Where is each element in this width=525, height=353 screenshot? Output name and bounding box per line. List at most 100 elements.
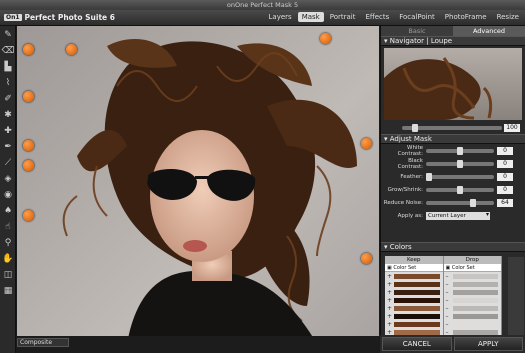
zoom-slider[interactable] — [402, 124, 502, 132]
menu-layers[interactable]: Layers — [265, 12, 296, 22]
slider-knob[interactable] — [457, 185, 463, 194]
slider-knob[interactable] — [470, 198, 476, 207]
mask-point-9[interactable] — [361, 253, 372, 264]
grid-icon[interactable]: ▦ — [1, 284, 15, 298]
keep-swatch-row[interactable]: + — [385, 320, 443, 328]
mask-point-7[interactable] — [23, 210, 34, 221]
mask-point-5[interactable] — [23, 140, 34, 151]
mask-point-2[interactable] — [66, 44, 77, 55]
mask-point-3[interactable] — [320, 33, 331, 44]
color-swatch[interactable] — [394, 313, 440, 319]
feather-value[interactable]: 0 — [497, 172, 513, 181]
plus-icon: + — [387, 288, 393, 296]
collapse-triangle-icon: ▾ — [384, 135, 388, 143]
keep-swatch-row[interactable]: + — [385, 312, 443, 320]
color-swatch[interactable] — [394, 289, 440, 295]
menu-effects[interactable]: Effects — [361, 12, 393, 22]
keep-swatch-row[interactable]: + — [385, 288, 443, 296]
keep-swatch-row[interactable]: + — [385, 272, 443, 280]
drop-color-set[interactable]: ▣ Color Set — [443, 264, 501, 272]
image-canvas[interactable] — [17, 26, 379, 344]
blur-icon[interactable]: ◈ — [1, 172, 15, 186]
reduce-noise-value[interactable]: 64 — [497, 198, 513, 207]
color-swatch[interactable] — [394, 297, 440, 303]
zoom-icon[interactable]: ⚲ — [1, 236, 15, 250]
tab-advanced[interactable]: Advanced — [453, 26, 525, 36]
color-swatch[interactable] — [394, 281, 440, 287]
magic-brush-icon[interactable]: ✐ — [1, 92, 15, 106]
keep-color-set[interactable]: ▣ Color Set — [385, 264, 443, 272]
color-swatch[interactable] — [394, 305, 440, 311]
dropper-icon[interactable]: ⌇ — [1, 76, 15, 90]
grow-shrink-slider[interactable] — [426, 185, 494, 194]
compare-icon[interactable]: ◫ — [1, 268, 15, 282]
feather-slider[interactable] — [426, 172, 494, 181]
view-mode-value: Composite — [20, 339, 53, 346]
view-mode-select[interactable]: Composite — [17, 338, 69, 347]
bucket-icon[interactable]: ♠ — [1, 204, 15, 218]
slider-knob[interactable] — [457, 146, 463, 155]
color-set-icon: ▣ — [445, 265, 451, 271]
menu-mask[interactable]: Mask — [297, 12, 324, 22]
slider-knob[interactable] — [457, 159, 463, 168]
drop-swatch-row[interactable]: – — [444, 280, 502, 288]
mask-point-1[interactable] — [23, 44, 34, 55]
chisel-icon[interactable]: ⟋ — [1, 156, 15, 170]
mask-point-6[interactable] — [23, 160, 34, 171]
pen-icon[interactable]: ✒ — [1, 140, 15, 154]
color-swatch[interactable] — [452, 305, 498, 311]
zoom-value[interactable]: 100 — [504, 124, 520, 132]
color-swatch[interactable] — [452, 321, 498, 327]
colors-header[interactable]: ▾ Colors — [381, 242, 525, 252]
keep-swatch-row[interactable]: + — [385, 280, 443, 288]
loupe-title[interactable]: Loupe — [431, 37, 452, 45]
drop-swatch-row[interactable]: – — [444, 304, 502, 312]
navigator-thumbnail — [384, 57, 493, 120]
navigator-preview[interactable] — [384, 48, 522, 120]
adjust-mask-header[interactable]: ▾ Adjust Mask — [381, 134, 525, 144]
navigator-header[interactable]: ▾ Navigator | Loupe — [381, 36, 525, 46]
menu-portrait[interactable]: Portrait — [326, 12, 360, 22]
black-contrast-slider[interactable] — [426, 159, 494, 168]
tab-basic[interactable]: Basic — [381, 26, 453, 36]
mask-point-8[interactable] — [361, 138, 372, 149]
brush-icon[interactable]: ✎ — [1, 28, 15, 42]
keep-swatch-row[interactable]: + — [385, 296, 443, 304]
eraser-icon[interactable]: ⌫ — [1, 44, 15, 58]
refine-icon[interactable]: ☝ — [1, 220, 15, 234]
grow-shrink-value[interactable]: 0 — [497, 185, 513, 194]
drop-tool-icon[interactable]: ✱ — [1, 108, 15, 122]
keep-swatch-row[interactable]: + — [385, 304, 443, 312]
color-swatch[interactable] — [394, 329, 440, 335]
keep-tool-icon[interactable]: ✚ — [1, 124, 15, 138]
color-swatch[interactable] — [394, 321, 440, 327]
hand-icon[interactable]: ✋ — [1, 252, 15, 266]
menu-focalpoint[interactable]: FocalPoint — [395, 12, 439, 22]
black-contrast-value[interactable]: 0 — [497, 159, 513, 168]
apply-as-select[interactable]: Current Layer — [426, 211, 490, 220]
color-swatch[interactable] — [452, 273, 498, 279]
zoom-slider-knob[interactable] — [412, 124, 418, 132]
drop-swatch-row[interactable]: – — [444, 312, 502, 320]
cancel-button[interactable]: CANCEL — [382, 337, 452, 351]
white-contrast-value[interactable]: 0 — [497, 146, 513, 155]
reduce-noise-slider[interactable] — [426, 198, 494, 207]
apply-button[interactable]: APPLY — [453, 337, 523, 351]
menu-resize[interactable]: Resize — [493, 12, 523, 22]
mask-point-4[interactable] — [23, 91, 34, 102]
color-swatch[interactable] — [452, 329, 498, 335]
drop-swatch-row[interactable]: – — [444, 320, 502, 328]
slider-knob[interactable] — [426, 172, 432, 181]
color-swatch[interactable] — [452, 313, 498, 319]
color-swatch[interactable] — [452, 281, 498, 287]
white-contrast-slider[interactable] — [426, 146, 494, 155]
drop-swatch-row[interactable]: – — [444, 296, 502, 304]
fill-icon[interactable]: ◉ — [1, 188, 15, 202]
color-swatch[interactable] — [452, 297, 498, 303]
menu-photoframe[interactable]: PhotoFrame — [441, 12, 491, 22]
color-swatch[interactable] — [394, 273, 440, 279]
drop-swatch-row[interactable]: – — [444, 288, 502, 296]
stamp-icon[interactable]: ▙ — [1, 60, 15, 74]
drop-swatch-row[interactable]: – — [444, 272, 502, 280]
color-swatch[interactable] — [452, 289, 498, 295]
